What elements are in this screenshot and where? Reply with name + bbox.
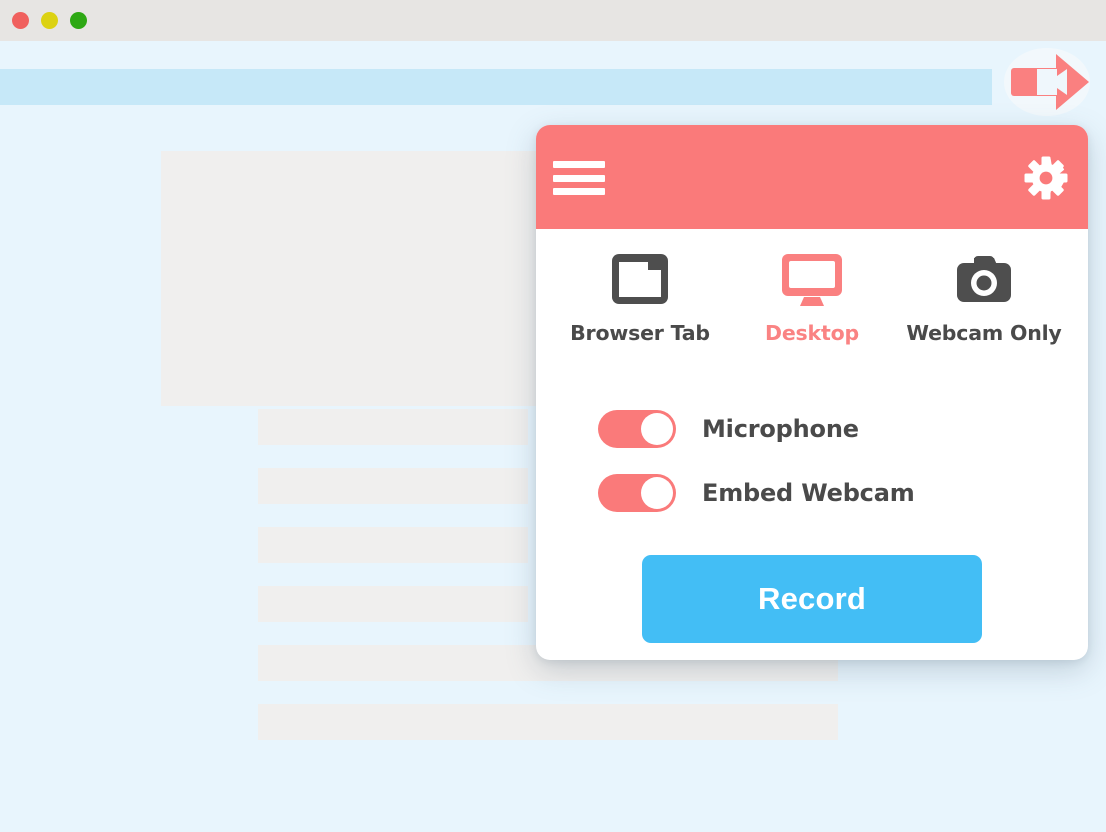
text-placeholder-bar [258, 527, 528, 563]
mode-desktop[interactable]: Desktop [728, 253, 896, 345]
traffic-light-controls [12, 12, 87, 29]
mode-browser-tab[interactable]: Browser Tab [556, 253, 724, 345]
text-placeholder-bar [258, 704, 838, 740]
mode-webcam-only[interactable]: Webcam Only [900, 253, 1068, 345]
desktop-monitor-icon [780, 253, 844, 307]
screenshot-root: Browser Tab Desktop Webcam Only Micropho… [0, 0, 1106, 832]
text-placeholder-bar [258, 586, 528, 622]
embed-webcam-toggle[interactable] [598, 474, 676, 512]
address-bar[interactable] [0, 69, 992, 105]
maximize-window-button[interactable] [70, 12, 87, 29]
text-placeholder-bar [258, 409, 528, 445]
recorder-popup: Browser Tab Desktop Webcam Only Micropho… [536, 125, 1088, 660]
camera-icon [954, 253, 1014, 307]
hamburger-bar [553, 161, 605, 168]
options-toggle-group: Microphone Embed Webcam [536, 397, 1088, 525]
screen-recorder-logo[interactable] [1001, 48, 1096, 116]
toggle-row-microphone: Microphone [598, 397, 1088, 461]
mode-label: Webcam Only [906, 321, 1062, 345]
embed-webcam-toggle-label: Embed Webcam [702, 479, 915, 507]
capture-mode-selector: Browser Tab Desktop Webcam Only [536, 229, 1088, 345]
toggle-knob [641, 413, 673, 445]
record-button-container: Record [536, 555, 1088, 643]
gear-icon[interactable] [1022, 154, 1070, 202]
browser-tab-icon [610, 253, 670, 307]
hamburger-bar [553, 188, 605, 195]
microphone-toggle-label: Microphone [702, 415, 859, 443]
popup-header [536, 125, 1088, 229]
microphone-toggle[interactable] [598, 410, 676, 448]
record-button[interactable]: Record [642, 555, 982, 643]
toggle-knob [641, 477, 673, 509]
toggle-row-embed-webcam: Embed Webcam [598, 461, 1088, 525]
text-placeholder-bar [258, 468, 528, 504]
mode-label: Desktop [765, 321, 859, 345]
close-window-button[interactable] [12, 12, 29, 29]
mode-label: Browser Tab [570, 321, 710, 345]
window-titlebar [0, 0, 1106, 41]
minimize-window-button[interactable] [41, 12, 58, 29]
hamburger-bar [553, 174, 605, 182]
hamburger-menu-icon[interactable] [553, 159, 605, 197]
screen-recorder-logo-glyph [1011, 54, 1089, 110]
